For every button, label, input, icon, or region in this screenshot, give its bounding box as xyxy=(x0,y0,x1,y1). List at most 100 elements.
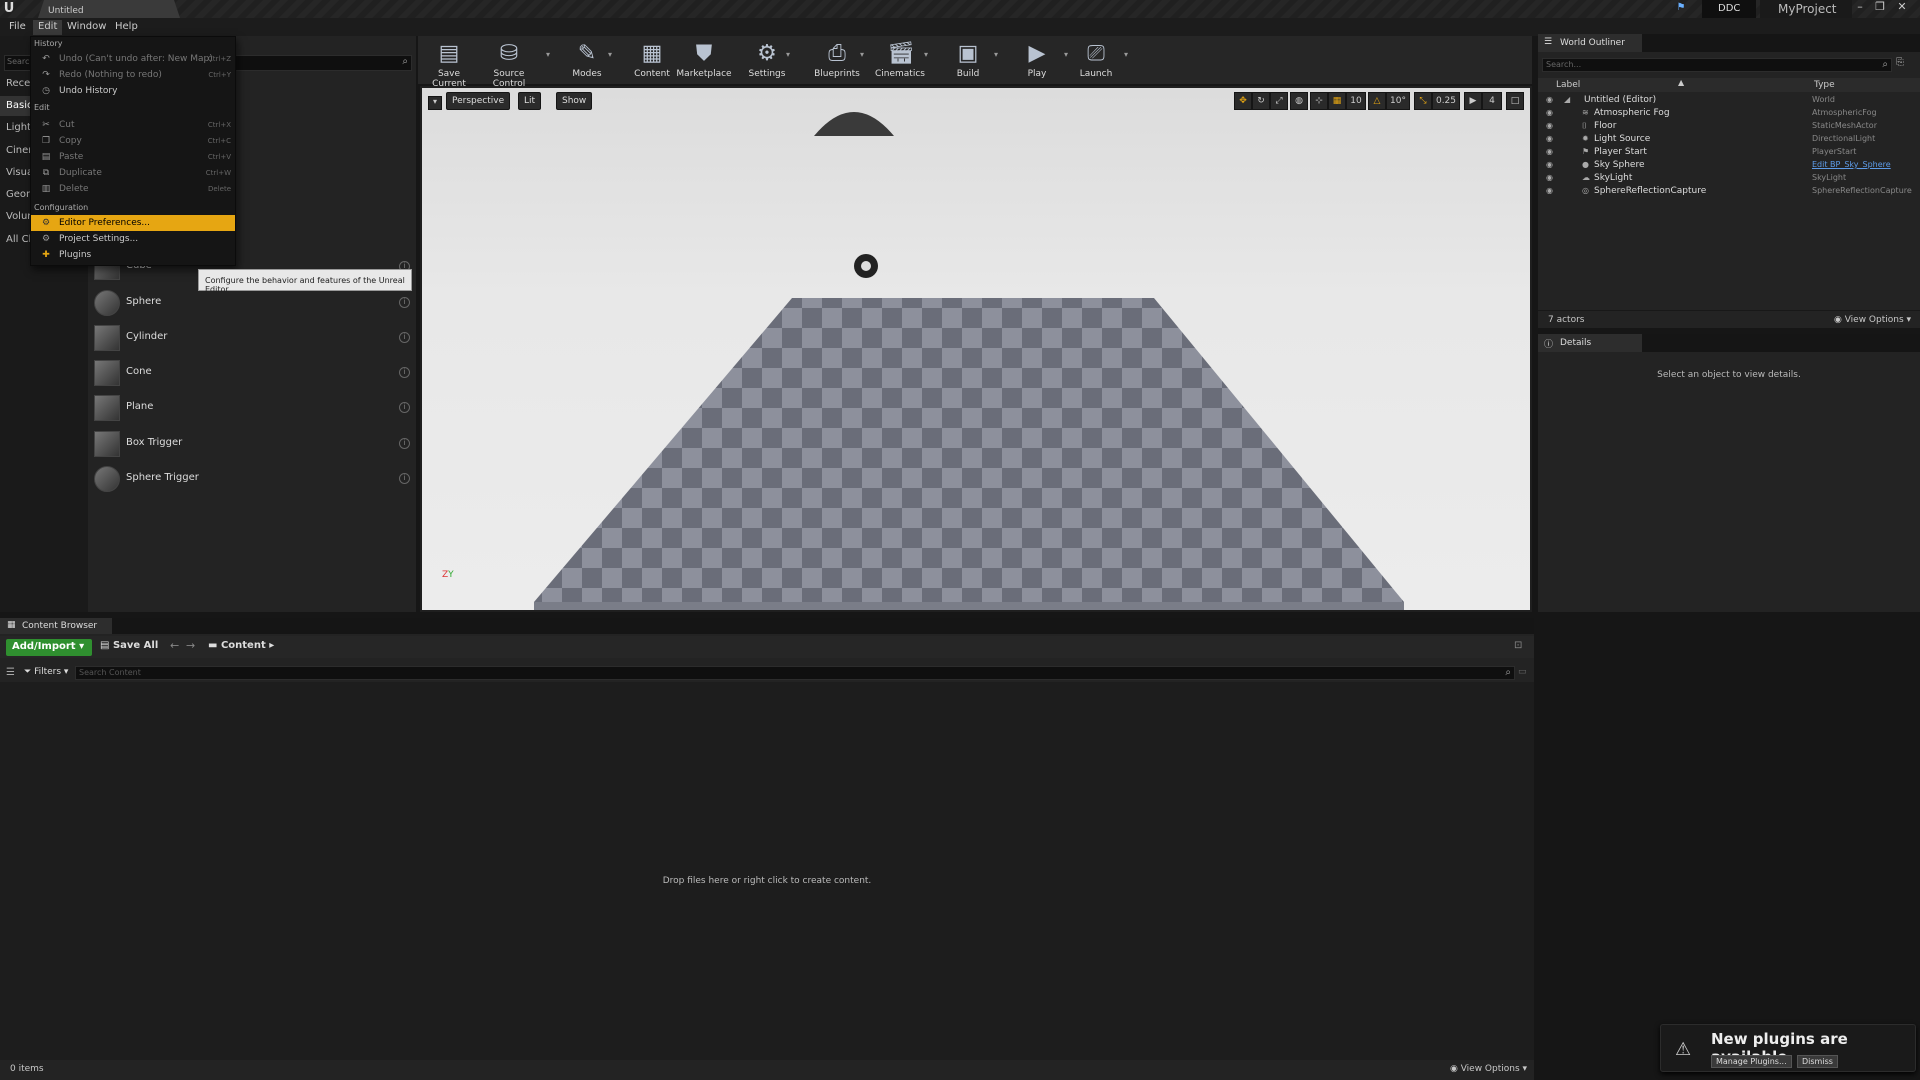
rotation-snap-value[interactable]: 10° xyxy=(1386,92,1410,110)
visibility-eye-icon[interactable]: ◉ xyxy=(1546,121,1558,130)
content-view-options-button[interactable]: ◉ View Options ▾ xyxy=(1450,1064,1527,1074)
visibility-eye-icon[interactable]: ◉ xyxy=(1546,95,1558,104)
chevron-down-icon[interactable]: ▾ xyxy=(608,50,612,59)
duplicate-menu-item[interactable]: ⧉ Duplicate Ctrl+W xyxy=(31,165,235,181)
chevron-down-icon[interactable]: ▾ xyxy=(546,50,550,59)
tab-content-browser[interactable]: ▦ Content Browser xyxy=(0,618,112,634)
visibility-eye-icon[interactable]: ◉ xyxy=(1546,134,1558,143)
menu-help[interactable]: Help xyxy=(110,20,143,35)
camera-speed-icon[interactable]: ▶ xyxy=(1464,92,1482,110)
editor-preferences-menu-item[interactable]: ⚙ Editor Preferences... xyxy=(31,215,235,231)
scale-tool-icon[interactable]: ⤢ xyxy=(1270,92,1288,110)
rotation-snap-icon[interactable]: △ xyxy=(1368,92,1386,110)
save-current-button[interactable]: ▤ Save Current xyxy=(422,36,476,89)
content-search-input[interactable]: Search Content ⌕ xyxy=(75,666,1515,680)
project-settings-menu-item[interactable]: ⚙ Project Settings... xyxy=(31,231,235,247)
perspective-button[interactable]: Perspective xyxy=(446,92,511,110)
info-icon[interactable]: i xyxy=(399,332,410,343)
lock-icon[interactable]: ⊡ xyxy=(1514,640,1522,651)
chevron-down-icon[interactable]: ▾ xyxy=(860,50,864,59)
info-icon[interactable]: i xyxy=(399,473,410,484)
place-item-cylinder[interactable]: Cylinder i xyxy=(92,321,414,355)
info-icon[interactable]: i xyxy=(399,297,410,308)
source-control-button[interactable]: ⛁ Source Control xyxy=(478,36,540,89)
visibility-eye-icon[interactable]: ◉ xyxy=(1546,160,1558,169)
floor-mesh[interactable] xyxy=(422,88,1532,612)
place-item-sphere-trigger[interactable]: Sphere Trigger i xyxy=(92,462,414,496)
chevron-down-icon[interactable]: ▾ xyxy=(1124,50,1128,59)
place-item-cone[interactable]: Cone i xyxy=(92,356,414,390)
ddc-indicator[interactable]: DDC xyxy=(1702,0,1756,18)
chevron-down-icon[interactable]: ▾ xyxy=(786,50,790,59)
outliner-row[interactable]: ◉ ◎ SphereReflectionCapture SphereReflectio… xyxy=(1538,185,1920,198)
build-button[interactable]: ▣ Build xyxy=(946,36,990,84)
rotate-tool-icon[interactable]: ↻ xyxy=(1252,92,1270,110)
minimize-icon[interactable]: – xyxy=(1852,0,1868,14)
world-local-icon[interactable]: ◍ xyxy=(1290,92,1308,110)
filters-button[interactable]: ⏷ Filters ▾ xyxy=(24,667,68,677)
visibility-eye-icon[interactable]: ◉ xyxy=(1546,186,1558,195)
chevron-down-icon[interactable]: ▾ xyxy=(924,50,928,59)
undo-history-menu-item[interactable]: ◷ Undo History xyxy=(31,83,235,99)
delete-menu-item[interactable]: ▥ Delete Delete xyxy=(31,181,235,197)
tab-world-outliner[interactable]: ☰ World Outliner xyxy=(1538,34,1642,52)
manage-plugins-button[interactable]: Manage Plugins... xyxy=(1711,1055,1792,1068)
outliner-add-icon[interactable]: ⎘ xyxy=(1896,57,1912,71)
modes-button[interactable]: ✎ Modes xyxy=(564,36,610,84)
place-item-box-trigger[interactable]: Box Trigger i xyxy=(92,427,414,461)
undo-menu-item[interactable]: ↶ Undo (Can't undo after: New Map) Ctrl+Z xyxy=(31,51,235,67)
level-viewport[interactable]: ▾ Perspective Lit Show ✥ ↻ ⤢ ◍ ⊹ ▦ 10 △ … xyxy=(420,86,1532,612)
info-icon[interactable]: i xyxy=(399,402,410,413)
lit-button[interactable]: Lit xyxy=(518,92,542,110)
outliner-row[interactable]: ◉ ✹ Light Source DirectionalLight xyxy=(1538,133,1920,146)
visibility-eye-icon[interactable]: ◉ xyxy=(1546,173,1558,182)
col-label-header[interactable]: Label xyxy=(1556,80,1580,90)
maximize-icon[interactable]: ❐ xyxy=(1872,0,1888,14)
source-control-status-icon[interactable]: ⚑ xyxy=(1672,2,1690,16)
translate-tool-icon[interactable]: ✥ xyxy=(1234,92,1252,110)
place-item-plane[interactable]: Plane i xyxy=(92,391,414,425)
place-item-sphere[interactable]: Sphere i xyxy=(92,286,414,320)
save-search-icon[interactable]: ▭ xyxy=(1518,667,1527,677)
cut-menu-item[interactable]: ✂ Cut Ctrl+X xyxy=(31,117,235,133)
outliner-row[interactable]: ◉ ◢ Untitled (Editor) World xyxy=(1538,94,1920,107)
outliner-search-input[interactable]: Search... ⌕ xyxy=(1542,58,1892,72)
marketplace-button[interactable]: ⛊ Marketplace xyxy=(676,36,732,84)
grid-snap-value[interactable]: 10 xyxy=(1346,92,1366,110)
forward-arrow-icon[interactable]: → xyxy=(186,639,195,652)
scale-snap-value[interactable]: 0.25 xyxy=(1432,92,1460,110)
chevron-down-icon[interactable]: ▾ xyxy=(994,50,998,59)
col-type-header[interactable]: Type xyxy=(1814,80,1835,90)
outliner-row[interactable]: ◉ ☁ SkyLight SkyLight xyxy=(1538,172,1920,185)
grid-snap-icon[interactable]: ▦ xyxy=(1328,92,1346,110)
play-button[interactable]: ▶ Play xyxy=(1016,36,1058,84)
show-button[interactable]: Show xyxy=(556,92,593,110)
content-asset-view[interactable]: Drop files here or right click to create… xyxy=(0,682,1534,1062)
settings-button[interactable]: ⚙ Settings xyxy=(744,36,790,84)
cinematics-button[interactable]: 🎬︎ Cinematics xyxy=(872,36,928,84)
add-import-button[interactable]: Add/Import ▾ xyxy=(6,639,92,656)
content-button[interactable]: ▦ Content xyxy=(630,36,674,84)
document-tab[interactable]: Untitled xyxy=(38,0,180,18)
viewport-options-icon[interactable]: ▾ xyxy=(428,96,442,110)
outliner-row[interactable]: ◉ ⚑ Player Start PlayerStart xyxy=(1538,146,1920,159)
expand-arrow-icon[interactable]: ◢ xyxy=(1564,95,1570,104)
menu-file[interactable]: File xyxy=(4,20,31,35)
chevron-down-icon[interactable]: ▾ xyxy=(1064,50,1068,59)
plugins-menu-item[interactable]: ✚ Plugins xyxy=(31,247,235,263)
path-content-button[interactable]: ▬ Content ▸ xyxy=(208,640,274,651)
launch-button[interactable]: ⎚ Launch xyxy=(1074,36,1118,84)
maximize-viewport-icon[interactable]: □ xyxy=(1506,92,1524,110)
surface-snap-icon[interactable]: ⊹ xyxy=(1310,92,1328,110)
copy-menu-item[interactable]: ❐ Copy Ctrl+C xyxy=(31,133,235,149)
menu-edit[interactable]: Edit xyxy=(33,20,63,35)
outliner-view-options-button[interactable]: ◉ View Options ▾ xyxy=(1834,315,1911,325)
dismiss-button[interactable]: Dismiss xyxy=(1797,1055,1838,1068)
visibility-eye-icon[interactable]: ◉ xyxy=(1546,147,1558,156)
close-icon[interactable]: ✕ xyxy=(1894,0,1910,14)
blueprints-button[interactable]: ⎙ Blueprints xyxy=(810,36,864,84)
back-arrow-icon[interactable]: ← xyxy=(170,639,179,652)
tab-details[interactable]: ⓘ Details xyxy=(1538,334,1642,352)
paste-menu-item[interactable]: ▤ Paste Ctrl+V xyxy=(31,149,235,165)
visibility-eye-icon[interactable]: ◉ xyxy=(1546,108,1558,117)
